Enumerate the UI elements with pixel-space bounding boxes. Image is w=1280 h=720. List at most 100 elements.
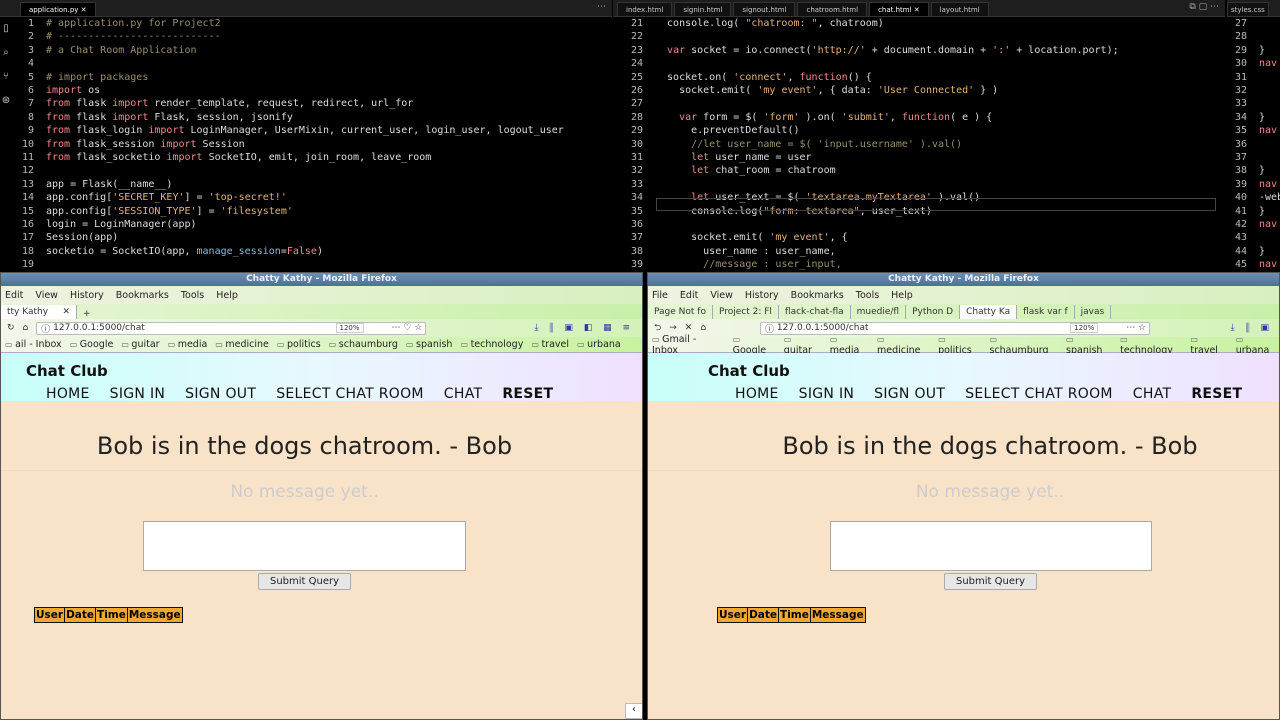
menu-item-bookmarks[interactable]: Bookmarks	[791, 290, 844, 301]
nav-sign-out[interactable]: SIGN OUT	[874, 386, 945, 402]
left-code-pane[interactable]: 1 # application.py for Project2 2 # -------…	[12, 17, 612, 272]
toolbar-icons[interactable]: ⤓ ⫼ ▣	[1231, 323, 1273, 333]
more-icon[interactable]: ⋯	[597, 2, 606, 12]
editor-tab-signin-html[interactable]: signin.html	[674, 2, 732, 16]
brand[interactable]: Chat Club	[708, 362, 790, 380]
menu-item-history[interactable]: History	[745, 290, 779, 301]
browser-tab[interactable]: flack-chat-fla	[779, 305, 851, 319]
page-actions-icon[interactable]: ⋯ ☆	[1126, 323, 1149, 333]
menu-item-help[interactable]: Help	[891, 290, 913, 301]
browser-tab[interactable]: muedie/fl	[851, 305, 907, 319]
editor-tab-chat-html[interactable]: chat.html ✕	[869, 2, 929, 16]
line-number: 45	[1234, 259, 1247, 271]
menu-item-edit[interactable]: Edit	[5, 290, 23, 301]
files-icon[interactable]: ▯	[0, 17, 12, 41]
code-line: 1 # application.py for Project2	[12, 17, 221, 30]
editor-tab-layout-html[interactable]: layout.html	[930, 2, 989, 16]
menu-item-view[interactable]: View	[35, 290, 58, 301]
browser-tab[interactable]: javas	[1075, 305, 1112, 319]
code-line: 27	[613, 97, 655, 110]
menu-item-view[interactable]: View	[710, 290, 733, 301]
editor-tab-chatroom-html[interactable]: chatroom.html	[797, 2, 868, 16]
menu-item-help[interactable]: Help	[216, 290, 238, 301]
close-icon[interactable]: ✕	[62, 305, 70, 319]
mid-code-pane[interactable]: 21 console.log( "chatroom: ", chatroom) 2…	[613, 17, 1225, 272]
editor-tab-index-html[interactable]: index.html	[617, 2, 673, 16]
menu-item-tools[interactable]: Tools	[856, 290, 879, 301]
line-number: 28	[1234, 31, 1247, 43]
toolbar-icons[interactable]: ⤓ ⫼ ▣ ◧ ▦ ≡	[535, 323, 634, 333]
git-icon[interactable]: ⑂	[0, 65, 12, 89]
bookmark-urbana[interactable]: urbana	[577, 339, 621, 350]
message-textarea[interactable]	[143, 521, 466, 571]
nav-reset[interactable]: RESET	[1191, 386, 1242, 402]
home-icon[interactable]: ⌂	[700, 323, 706, 333]
chevron-left-icon[interactable]: ‹	[625, 703, 642, 719]
nav-home[interactable]: HOME	[735, 386, 779, 402]
menu-item-history[interactable]: History	[70, 290, 104, 301]
zoom-level[interactable]: 120%	[335, 323, 364, 333]
browser-tab[interactable]: Page Not fo	[648, 305, 713, 319]
page-actions-icon[interactable]: ⋯ ♡ ☆	[392, 323, 426, 333]
close-icon[interactable]: ✕	[912, 6, 920, 14]
code-text: //let user_name = $( 'input.username' ).…	[691, 138, 963, 150]
bookmark-politics[interactable]: politics	[277, 339, 321, 350]
menu-item-tools[interactable]: Tools	[181, 290, 204, 301]
browser-tab-chatty-kathy[interactable]: tty Kathy ✕	[1, 305, 77, 319]
browser-tab[interactable]: Python D	[906, 305, 961, 319]
editor-tab-application-py[interactable]: application.py ✕	[20, 2, 96, 16]
nav-select-chat-room[interactable]: SELECT CHAT ROOM	[965, 386, 1113, 402]
menu-item-file[interactable]: File	[652, 290, 668, 301]
bookmark-guitar[interactable]: guitar	[121, 339, 159, 350]
nav-sign-in[interactable]: SIGN IN	[799, 386, 855, 402]
tab-title: Project 2: Fl	[718, 307, 772, 317]
browser-tab[interactable]: Chatty Ka	[960, 305, 1018, 319]
bookmark-schaumburg[interactable]: schaumburg	[329, 339, 398, 350]
code-line: 34}	[1227, 111, 1265, 124]
bookmark-medicine[interactable]: medicine	[215, 339, 269, 350]
menu-item-bookmarks[interactable]: Bookmarks	[116, 290, 169, 301]
divider	[648, 470, 1279, 471]
debug-icon[interactable]: ⊛	[0, 89, 12, 113]
nav-sign-out[interactable]: SIGN OUT	[185, 386, 256, 402]
bookmark-google[interactable]: Google	[70, 339, 114, 350]
nav-chat[interactable]: CHAT	[444, 386, 483, 402]
nav-select-chat-room[interactable]: SELECT CHAT ROOM	[276, 386, 424, 402]
stop-icon[interactable]: ✕	[685, 323, 693, 333]
browser-tab[interactable]: flask var f	[1017, 305, 1075, 319]
search-icon[interactable]: ⌕	[0, 41, 12, 65]
code-line: 33	[613, 178, 655, 191]
editor-tab-styles-css[interactable]: styles.css	[1227, 2, 1269, 16]
brand[interactable]: Chat Club	[26, 362, 108, 380]
submit-button[interactable]: Submit Query	[258, 573, 351, 590]
nav-home[interactable]: HOME	[46, 386, 90, 402]
split-editor-icons[interactable]: ⧉ ▢ ⋯	[1189, 2, 1219, 12]
bookmark-travel[interactable]: travel	[531, 339, 569, 350]
browser-tab[interactable]: Project 2: Fl	[713, 305, 779, 319]
code-line: 15 app.config['SESSION_TYPE'] = 'filesyst…	[12, 205, 293, 218]
nav-chat[interactable]: CHAT	[1133, 386, 1172, 402]
bookmark-ail-inbox[interactable]: ail - Inbox	[5, 339, 62, 350]
bookmark-technology[interactable]: technology	[460, 339, 524, 350]
line-number: 37	[1234, 152, 1247, 163]
line-number: 41	[1234, 205, 1247, 217]
submit-button[interactable]: Submit Query	[944, 573, 1037, 590]
right-code-pane[interactable]: 27 28 29} 30 nav 31 32 33 34} 35 nav 36 37 38} 39 nav 40…	[1227, 17, 1280, 272]
bookmark-spanish[interactable]: spanish	[406, 339, 452, 350]
forward-icon[interactable]: →	[669, 323, 677, 333]
code-line: 32 let chat_room = chatroom	[613, 164, 836, 177]
zoom-level[interactable]: 120%	[1070, 323, 1099, 333]
nav-sign-in[interactable]: SIGN IN	[110, 386, 166, 402]
line-number: 33	[630, 178, 643, 190]
message-textarea[interactable]	[830, 521, 1152, 571]
menu-item-edit[interactable]: Edit	[680, 290, 698, 301]
editor-tab-signout-html[interactable]: signout.html	[733, 2, 796, 16]
new-tab-icon[interactable]: +	[77, 309, 97, 319]
nav-reset[interactable]: RESET	[502, 386, 553, 402]
bookmark-media[interactable]: media	[168, 339, 208, 350]
code-line: 42 nav	[1227, 218, 1277, 231]
home-icon[interactable]: ⌂	[23, 323, 29, 333]
url-bar[interactable]: ⓘ 127.0.0.1:5000/chat 120% ⋯ ♡ ☆	[36, 321, 427, 335]
reload-icon[interactable]: ↻	[7, 323, 15, 333]
tab-label: index.html	[626, 6, 664, 14]
